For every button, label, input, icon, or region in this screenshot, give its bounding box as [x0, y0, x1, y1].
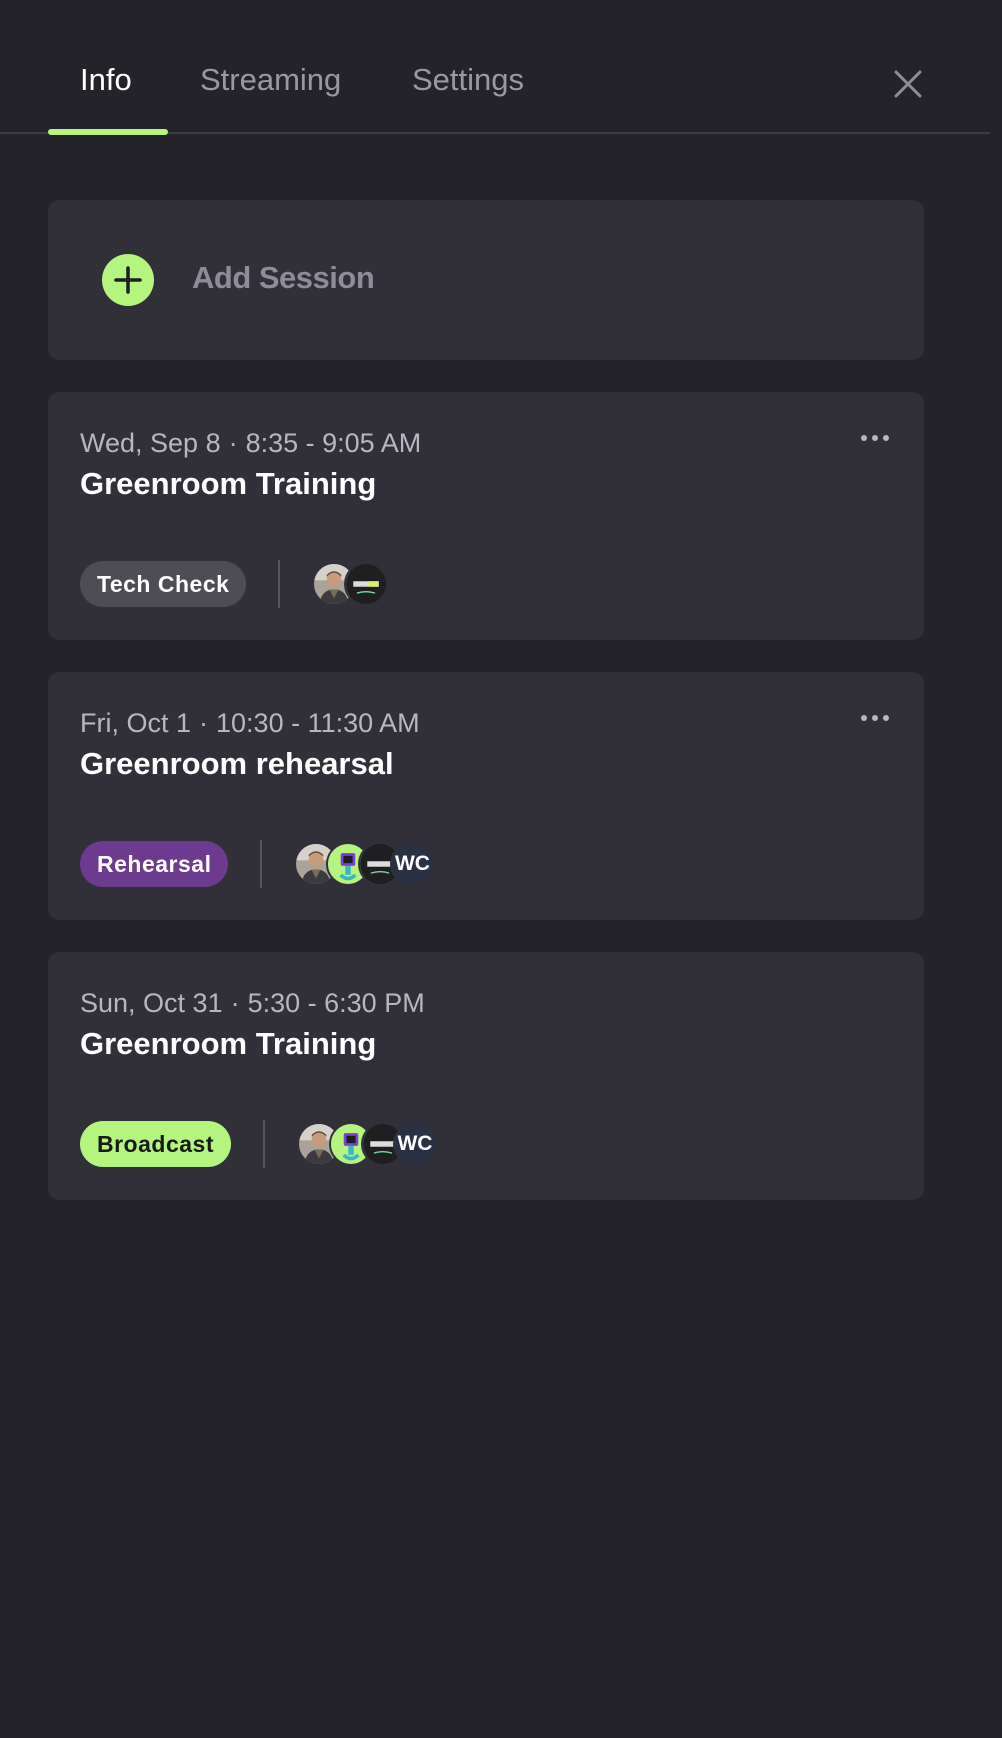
separator-dot: · — [199, 708, 209, 738]
session-date: Wed, Sep 8 — [80, 428, 221, 458]
participant-avatars[interactable]: WC — [294, 842, 435, 886]
separator-dot: · — [228, 428, 238, 458]
active-tab-indicator — [48, 129, 168, 135]
initials-avatar: WC — [390, 842, 435, 886]
initials-avatar: WC — [392, 1122, 437, 1166]
session-date: Sun, Oct 31 — [80, 988, 223, 1018]
session-time-range: 5:30 - 6:30 PM — [247, 988, 425, 1018]
session-card[interactable]: Wed, Sep 8 · 8:35 - 9:05 AM Greenroom Trai… — [48, 392, 924, 640]
divider — [260, 840, 263, 888]
session-type-badge: Tech Check — [80, 561, 247, 607]
close-icon — [894, 70, 922, 98]
plus-circle-icon — [102, 254, 154, 306]
session-card[interactable]: Fri, Oct 1 · 10:30 - 11:30 AM Greenroom re… — [48, 672, 924, 920]
session-type-badge: Rehearsal — [80, 841, 229, 887]
session-time-range: 10:30 - 11:30 AM — [216, 708, 420, 738]
separator-dot: · — [230, 988, 240, 1018]
tab-info[interactable]: Info — [80, 62, 132, 98]
session-card[interactable]: Sun, Oct 31 · 5:30 - 6:30 PM Greenroom Tra… — [48, 952, 924, 1200]
session-footer: Broadcast WC — [80, 1120, 437, 1168]
session-date: Fri, Oct 1 — [80, 708, 192, 738]
session-title: Greenroom rehearsal — [80, 746, 394, 781]
brandlive-logo-avatar — [344, 562, 389, 606]
session-type-badge: Broadcast — [80, 1121, 231, 1167]
add-session-button[interactable]: Add Session — [48, 200, 924, 360]
session-datetime: Wed, Sep 8 · 8:35 - 9:05 AM — [80, 428, 421, 459]
more-horizontal-icon — [861, 435, 889, 441]
tab-settings[interactable]: Settings — [412, 62, 524, 98]
session-footer: Rehearsal WC — [80, 840, 435, 888]
more-options-button[interactable] — [860, 708, 890, 728]
more-horizontal-icon — [861, 715, 889, 721]
divider — [278, 560, 281, 608]
session-title: Greenroom Training — [80, 1026, 377, 1061]
session-datetime: Sun, Oct 31 · 5:30 - 6:30 PM — [80, 988, 425, 1019]
participant-avatars[interactable]: WC — [296, 1122, 437, 1166]
close-button[interactable] — [888, 64, 928, 104]
add-session-label: Add Session — [192, 260, 375, 295]
divider — [262, 1120, 265, 1168]
participant-avatars[interactable] — [312, 562, 389, 606]
session-title: Greenroom Training — [80, 466, 377, 501]
tab-bar: Info Streaming Settings — [0, 0, 990, 135]
session-time-range: 8:35 - 9:05 AM — [245, 428, 422, 458]
session-datetime: Fri, Oct 1 · 10:30 - 11:30 AM — [80, 708, 420, 739]
more-options-button[interactable] — [860, 428, 890, 448]
session-footer: Tech Check — [80, 560, 389, 608]
tab-streaming[interactable]: Streaming — [200, 62, 341, 98]
